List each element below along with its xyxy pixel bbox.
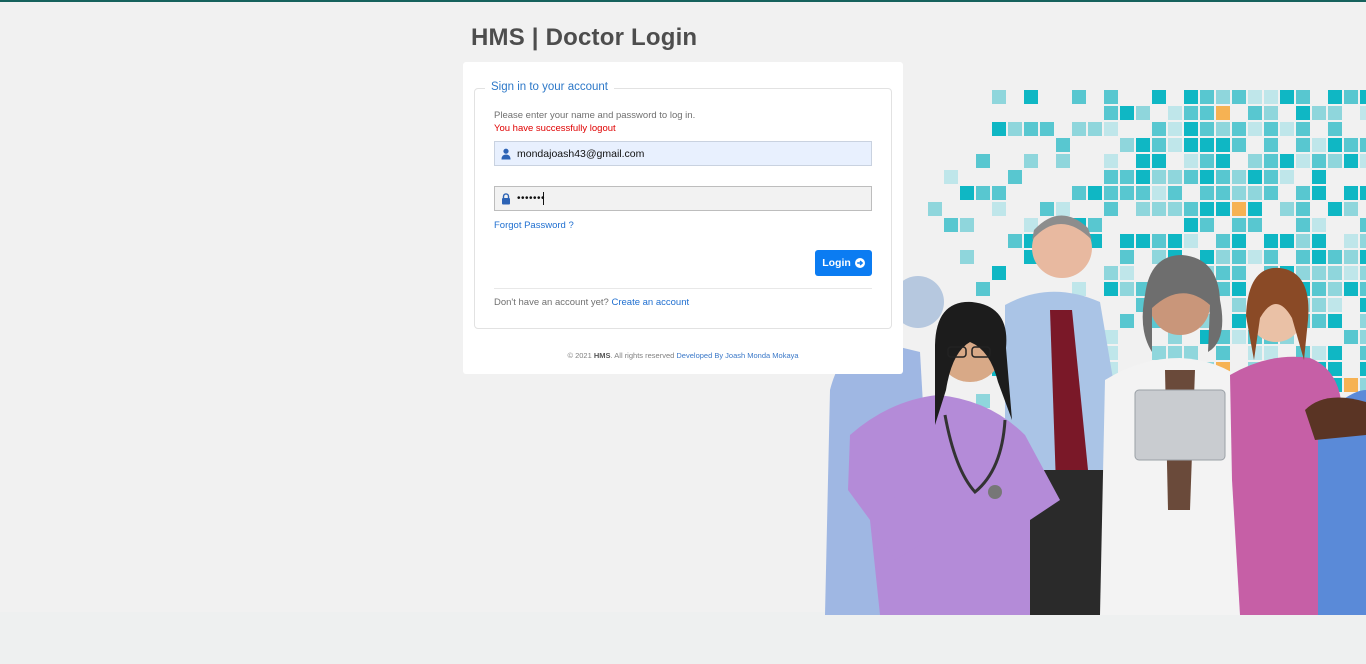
signup-prompt-text: Don't have an account yet? xyxy=(494,297,609,308)
login-button-label: Login xyxy=(822,257,851,269)
status-message: You have successfully logout xyxy=(494,123,616,134)
lock-icon xyxy=(502,193,510,205)
arrow-circle-right-icon xyxy=(854,258,865,268)
bottom-strip xyxy=(0,612,1366,664)
user-icon xyxy=(501,148,511,160)
developer-link[interactable]: Developed By Joash Monda Mokaya xyxy=(676,351,798,360)
forgot-password-link[interactable]: Forgot Password ? xyxy=(494,220,574,231)
login-button[interactable]: Login xyxy=(815,250,872,276)
copyright-text: © 2021 xyxy=(567,351,592,360)
create-account-link[interactable]: Create an account xyxy=(611,297,689,308)
divider xyxy=(494,288,872,289)
password-field-wrapper xyxy=(494,186,872,211)
login-card: Sign in to your account Please enter you… xyxy=(463,62,903,374)
page-title: HMS | Doctor Login xyxy=(471,24,698,51)
email-field-wrapper xyxy=(494,141,872,166)
password-field[interactable] xyxy=(517,187,867,210)
footer-brand: HMS xyxy=(593,351,611,360)
email-field[interactable] xyxy=(517,142,867,165)
login-fieldset: Sign in to your account Please enter you… xyxy=(474,81,892,329)
footer: © 2021 HMS. All rights reserved Develope… xyxy=(463,351,903,360)
signup-prompt: Don't have an account yet? Create an acc… xyxy=(494,297,689,308)
login-instructions: Please enter your name and password to l… xyxy=(494,110,696,121)
footer-rights: . All rights reserved xyxy=(610,351,675,360)
text-caret xyxy=(543,192,544,205)
login-legend: Sign in to your account xyxy=(485,81,614,93)
